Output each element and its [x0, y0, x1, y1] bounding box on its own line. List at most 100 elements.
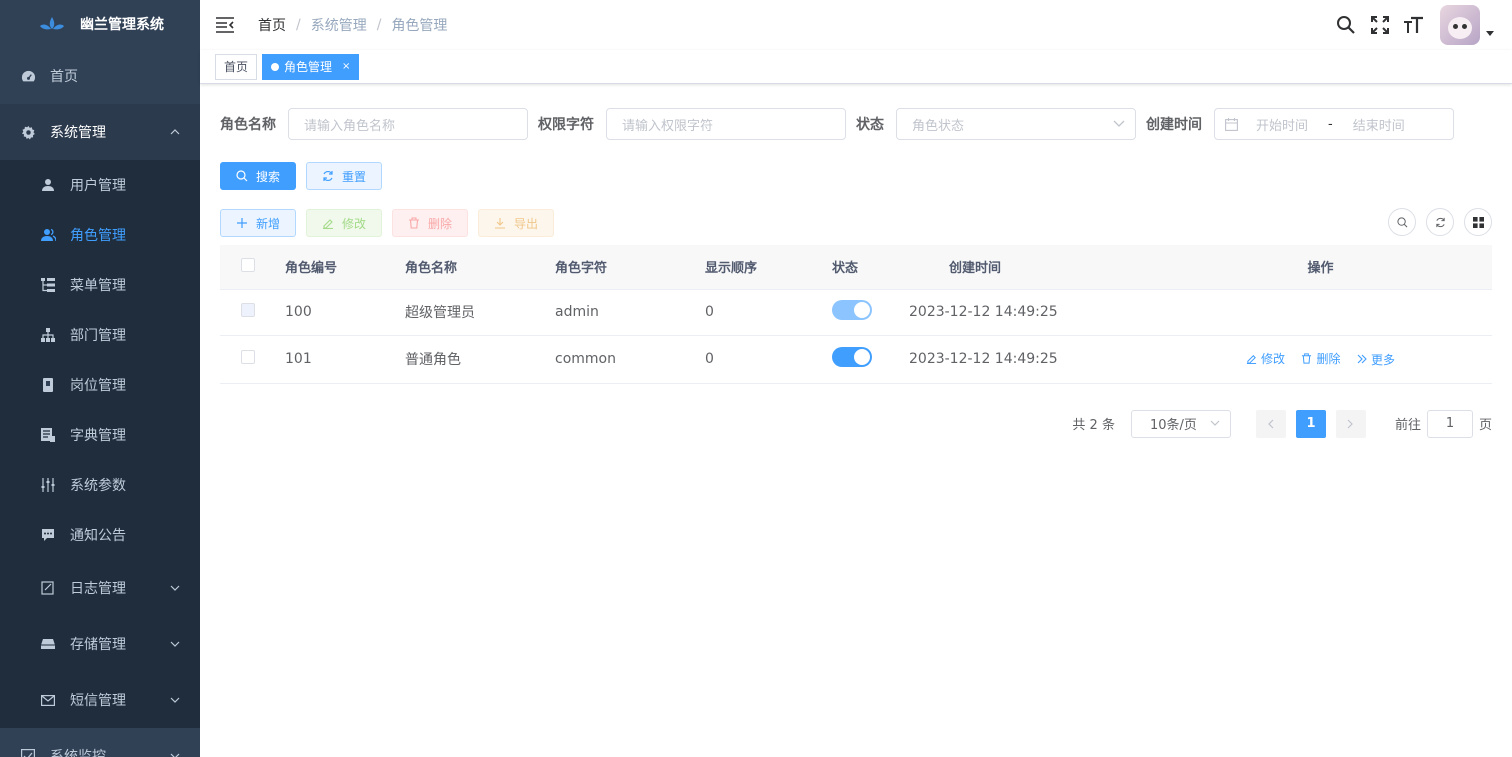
row-edit-link[interactable]: 修改 — [1246, 350, 1285, 367]
select-all-cell — [220, 245, 285, 290]
delete-button[interactable]: 删除 — [392, 209, 469, 237]
page-number[interactable]: 1 — [1295, 409, 1326, 438]
peoples-icon — [40, 227, 56, 243]
toggle-search-button[interactable] — [1388, 208, 1416, 236]
goto-page: 前往 1 页 — [1394, 409, 1492, 438]
edit-icon — [323, 219, 334, 229]
next-page-button[interactable] — [1335, 409, 1366, 438]
avatar-eye — [1462, 24, 1467, 29]
post-icon — [40, 377, 56, 393]
search-button[interactable]: 搜索 — [220, 162, 297, 190]
columns-button[interactable] — [1464, 208, 1492, 236]
role-name-label: 角色名称 — [220, 117, 276, 133]
cell-sort: 0 — [705, 289, 832, 336]
row-checkbox — [241, 303, 255, 317]
role-name-input[interactable]: 请输入角色名称 — [288, 108, 528, 140]
placeholder: 请输入角色名称 — [304, 118, 396, 134]
logo[interactable]: 幽兰管理系统 — [0, 0, 200, 48]
cell-name: 普通角色 — [405, 335, 555, 384]
orchid-logo-icon — [40, 17, 64, 30]
add-button[interactable]: 新增 — [220, 209, 297, 237]
row-checkbox[interactable] — [241, 350, 255, 364]
edit-button[interactable]: 修改 — [306, 209, 383, 237]
table-row: 101 普通角色 common 0 2023-12-12 14:49:25 修改 — [220, 335, 1492, 384]
close-icon[interactable]: × — [342, 55, 350, 79]
cell-created: 2023-12-12 14:49:25 — [909, 289, 1149, 336]
role-key-input[interactable]: 请输入权限字符 — [606, 108, 846, 140]
goto-label: 前往 — [1394, 418, 1421, 433]
end-placeholder: 结束时间 — [1352, 118, 1405, 134]
cell-id: 101 — [285, 335, 405, 384]
cell-status — [832, 289, 909, 336]
refresh-button[interactable] — [1426, 208, 1454, 236]
date-separator: - — [1328, 116, 1333, 132]
sidebar-item-system[interactable]: 系统管理 — [0, 104, 200, 160]
refresh-icon — [323, 170, 333, 182]
active-dot-icon — [271, 62, 280, 71]
breadcrumb-separator: / — [296, 17, 301, 33]
sidebar-item-home[interactable]: 首页 — [0, 48, 200, 104]
sidebar-item-label: 字典管理 — [70, 428, 126, 444]
row-delete-link[interactable]: 删除 — [1301, 350, 1341, 367]
table-tools — [1378, 208, 1492, 236]
trash-icon — [1302, 353, 1312, 364]
created-label: 创建时间 — [1146, 117, 1202, 133]
row-more-link[interactable]: 更多 — [1357, 351, 1395, 368]
caret-down-icon[interactable] — [1486, 29, 1494, 37]
page-size-select[interactable]: 10条/页 — [1130, 409, 1231, 438]
sidebar-item-config[interactable]: 系统参数 — [0, 460, 200, 510]
chevron-down-icon — [170, 585, 180, 591]
navbar: 首页 / 系统管理 / 角色管理 — [200, 0, 1512, 50]
column-header: 显示顺序 — [705, 245, 832, 290]
cell-id: 100 — [285, 289, 405, 336]
monitor-icon — [20, 748, 36, 757]
sidebar-item-notice[interactable]: 通知公告 — [0, 510, 200, 560]
cell-ops — [1149, 289, 1492, 336]
sidebar-item-dict[interactable]: 字典管理 — [0, 410, 200, 460]
calendar-icon — [1225, 117, 1238, 131]
page-size-value: 10条/页 — [1149, 418, 1197, 433]
fullscreen-icon[interactable] — [1370, 15, 1390, 35]
column-header: 角色编号 — [285, 245, 405, 290]
gear-icon — [20, 124, 36, 140]
sidebar-item-sms[interactable]: 短信管理 — [0, 672, 200, 728]
breadcrumb-item[interactable]: 首页 — [258, 15, 286, 35]
button-label: 重置 — [342, 169, 367, 184]
sidebar-item-storage[interactable]: 存储管理 — [0, 616, 200, 672]
search-icon[interactable] — [1336, 15, 1356, 35]
status-select[interactable]: 角色状态 — [896, 108, 1136, 140]
date-range-picker[interactable]: 开始时间 - 结束时间 — [1214, 108, 1454, 140]
avatar-eye — [1453, 24, 1458, 29]
tag-role[interactable]: 角色管理 × — [262, 53, 360, 80]
dashboard-icon — [20, 68, 36, 84]
tree-icon — [40, 327, 56, 343]
hamburger-icon[interactable] — [216, 17, 234, 33]
reset-button[interactable]: 重置 — [306, 162, 383, 190]
font-size-icon[interactable] — [1404, 15, 1424, 35]
sidebar-item-menu[interactable]: 菜单管理 — [0, 260, 200, 310]
sidebar-item-label: 短信管理 — [70, 693, 126, 709]
tags-view: 首页 角色管理 × — [200, 50, 1512, 84]
select-all-checkbox[interactable] — [241, 257, 255, 272]
tag-home[interactable]: 首页 — [215, 53, 258, 80]
column-header: 角色字符 — [555, 245, 705, 290]
chevron-left-icon — [1268, 419, 1274, 428]
sidebar-item-log[interactable]: 日志管理 — [0, 560, 200, 616]
export-button[interactable]: 导出 — [478, 209, 555, 237]
sidebar-item-monitor[interactable]: 系统监控 — [0, 728, 200, 757]
sidebar-item-label: 系统管理 — [50, 125, 106, 141]
sidebar-item-label: 存储管理 — [70, 637, 126, 653]
goto-input[interactable]: 1 — [1426, 409, 1473, 438]
sidebar-item-dept[interactable]: 部门管理 — [0, 310, 200, 360]
sidebar-item-post[interactable]: 岗位管理 — [0, 360, 200, 410]
cell-key: common — [555, 335, 705, 384]
sidebar-item-role[interactable]: 角色管理 — [0, 210, 200, 260]
sidebar-item-user[interactable]: 用户管理 — [0, 160, 200, 210]
prev-page-button[interactable] — [1255, 409, 1286, 438]
message-icon — [40, 527, 56, 543]
status-switch[interactable] — [832, 347, 872, 367]
breadcrumb: 首页 / 系统管理 / 角色管理 — [258, 15, 447, 35]
avatar[interactable] — [1440, 5, 1480, 45]
plus-icon — [237, 218, 247, 228]
main-area: 首页 / 系统管理 / 角色管理 首页 角色管理 × 角色名称 请输入角色名称 … — [200, 0, 1512, 757]
